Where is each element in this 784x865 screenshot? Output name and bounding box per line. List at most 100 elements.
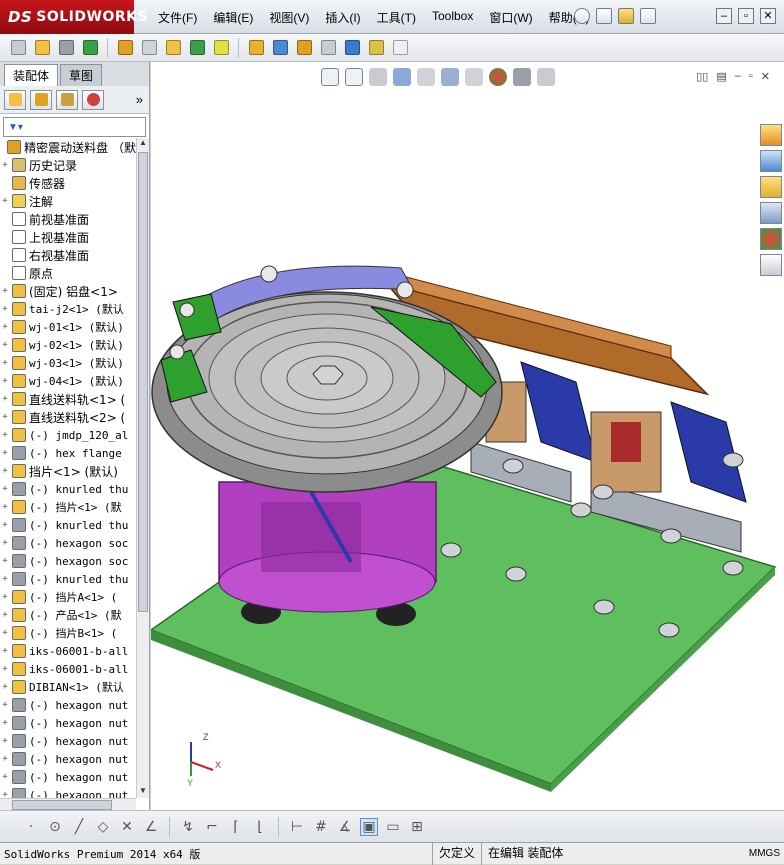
tree-expander[interactable]: + — [0, 340, 10, 350]
explode-line-icon[interactable] — [318, 38, 338, 58]
circle-icon[interactable]: ⊙ — [46, 818, 64, 836]
move-component-icon[interactable] — [139, 38, 159, 58]
tree-item[interactable]: 前视基准面 — [0, 210, 136, 228]
mate-icon[interactable] — [56, 38, 76, 58]
tree-item[interactable]: + (-) hexagon soc — [0, 552, 136, 570]
tree-expander[interactable]: + — [0, 736, 10, 746]
tree-item[interactable]: + wj-04<1> (默认) — [0, 372, 136, 390]
tree-expander[interactable]: + — [0, 466, 10, 476]
tree-expander[interactable]: + — [0, 196, 10, 206]
pin-icon[interactable] — [574, 8, 590, 24]
panel-more-icon[interactable]: » — [136, 92, 143, 107]
new-document-icon[interactable] — [596, 8, 612, 24]
tree-item[interactable]: 精密震动送料盘 （默 — [0, 138, 136, 156]
tree-item[interactable]: 上视基准面 — [0, 228, 136, 246]
tree-item[interactable]: + (-) 挡片A<1> ( — [0, 588, 136, 606]
tree-item[interactable]: + iks-06001-b-all — [0, 642, 136, 660]
status-units[interactable]: MMGS — [749, 848, 784, 859]
tab-assembly[interactable]: 装配体 — [4, 64, 59, 86]
scroll-thumb[interactable] — [138, 152, 148, 612]
open-folder-icon[interactable] — [618, 8, 634, 24]
tree-expander[interactable]: + — [0, 448, 10, 458]
minimize-icon[interactable]: – — [716, 8, 732, 24]
linear-pattern-icon[interactable] — [80, 38, 100, 58]
tree-expander[interactable]: + — [0, 610, 10, 620]
tree-expander[interactable]: + — [0, 592, 10, 602]
polygon-icon[interactable]: ◇ — [94, 818, 112, 836]
tree-item[interactable]: 右视基准面 — [0, 246, 136, 264]
show-hidden-icon[interactable] — [163, 38, 183, 58]
close-icon[interactable]: ✕ — [760, 8, 776, 24]
tree-item[interactable]: + 历史记录 — [0, 156, 136, 174]
relation-icon[interactable]: ∡ — [336, 818, 354, 836]
tree-expander[interactable]: + — [0, 772, 10, 782]
sketch-window-icon[interactable]: ▭ — [384, 818, 402, 836]
tree-expander[interactable]: + — [0, 358, 10, 368]
tree-expander[interactable]: + — [0, 484, 10, 494]
tree-item[interactable]: 传感器 — [0, 174, 136, 192]
tree-expander[interactable]: + — [0, 556, 10, 566]
sketch-table-icon[interactable]: ⊞ — [408, 818, 426, 836]
tree-item[interactable]: + (-) hexagon nut — [0, 732, 136, 750]
tree-item[interactable]: + 直线送料轨<1> ( — [0, 390, 136, 408]
menu-edit[interactable]: 编辑(E) — [205, 9, 261, 26]
tree-expander[interactable]: + — [0, 790, 10, 798]
dimension-icon[interactable]: ⊢ — [288, 818, 306, 836]
menu-tools[interactable]: 工具(T) — [369, 9, 424, 26]
angle-icon[interactable]: ∠ — [142, 818, 160, 836]
clearance-icon[interactable] — [366, 38, 386, 58]
tree-item[interactable]: + (-) 挡片B<1> ( — [0, 624, 136, 642]
3d-sketch-icon[interactable]: ▣ — [360, 817, 378, 836]
assembly-features-icon[interactable] — [187, 38, 207, 58]
property-manager-icon[interactable] — [30, 89, 52, 110]
tree-expander[interactable]: + — [0, 538, 10, 548]
tree-item[interactable]: + 挡片<1> (默认) — [0, 462, 136, 480]
tree-item[interactable]: + 直线送料轨<2> ( — [0, 408, 136, 426]
configuration-manager-icon[interactable] — [56, 89, 78, 110]
restore-icon[interactable]: ▫ — [738, 8, 754, 24]
tree-expander[interactable]: + — [0, 520, 10, 530]
options-icon[interactable] — [640, 8, 656, 24]
bill-of-materials-icon[interactable] — [270, 38, 290, 58]
tree-item[interactable]: + (-) 产品<1> (默 — [0, 606, 136, 624]
tree-expander[interactable]: + — [0, 322, 10, 332]
offset-icon[interactable]: ⌈ — [227, 818, 245, 836]
tree-expander[interactable]: + — [0, 160, 10, 170]
tree-expander[interactable]: + — [0, 682, 10, 692]
line-icon[interactable]: ╱ — [70, 818, 88, 836]
scroll-down-icon[interactable]: ▼ — [137, 786, 149, 798]
trim-icon[interactable]: ✕ — [118, 818, 136, 836]
tree-expander[interactable]: + — [0, 718, 10, 728]
smart-fasteners-icon[interactable] — [115, 38, 135, 58]
hscroll-thumb[interactable] — [12, 800, 112, 810]
tree-expander[interactable]: + — [0, 286, 10, 296]
tree-item[interactable]: + wj-03<1> (默认) — [0, 354, 136, 372]
fillet-icon[interactable]: ⌐ — [203, 818, 221, 836]
tree-expander[interactable]: + — [0, 700, 10, 710]
tree-expander[interactable]: + — [0, 304, 10, 314]
tree-expander[interactable]: + — [0, 754, 10, 764]
tree-expander[interactable]: + — [0, 646, 10, 656]
reference-geometry-icon[interactable] — [211, 38, 231, 58]
tree-expander[interactable]: + — [0, 502, 10, 512]
tree-expander[interactable]: + — [0, 574, 10, 584]
scroll-up-icon[interactable]: ▲ — [137, 138, 149, 150]
tree-item[interactable]: 原点 — [0, 264, 136, 282]
tree-item[interactable]: + (-) hex flange — [0, 444, 136, 462]
tree-item[interactable]: + (-) knurled thu — [0, 570, 136, 588]
tree-vertical-scrollbar[interactable]: ▲ ▼ — [136, 138, 149, 798]
solidworks-logo[interactable]: DS SOLIDWORKS — [0, 0, 148, 34]
hole-alignment-icon[interactable] — [390, 38, 410, 58]
insert-component-icon[interactable] — [32, 38, 52, 58]
feature-manager-icon[interactable] — [4, 89, 26, 110]
menu-window[interactable]: 窗口(W) — [481, 9, 540, 26]
tree-filter[interactable]: ▼▾ — [3, 117, 146, 137]
tree-item[interactable]: + (-) knurled thu — [0, 516, 136, 534]
new-motion-study-icon[interactable] — [246, 38, 266, 58]
tree-item[interactable]: + (-) hexagon soc — [0, 534, 136, 552]
tree-expander[interactable]: + — [0, 394, 10, 404]
tree-item[interactable]: + (-) hexagon nut — [0, 714, 136, 732]
tree-item[interactable]: + 注解 — [0, 192, 136, 210]
tree-expander[interactable]: + — [0, 376, 10, 386]
tree-item[interactable]: + DIBIAN<1> (默认 — [0, 678, 136, 696]
